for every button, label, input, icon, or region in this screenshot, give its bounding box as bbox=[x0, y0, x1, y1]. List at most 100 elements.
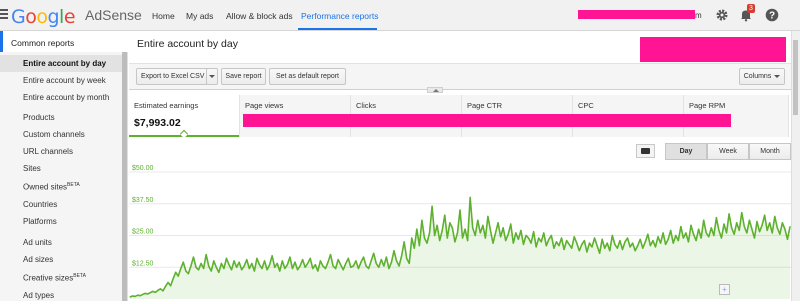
sidebar-item-sites[interactable]: Sites bbox=[0, 160, 122, 177]
sidebar-item-url-channels[interactable]: URL channels bbox=[0, 143, 122, 160]
sidebar-item-countries[interactable]: Countries bbox=[0, 196, 122, 213]
gear-icon[interactable] bbox=[715, 8, 729, 22]
metric-label: Clicks bbox=[356, 101, 376, 110]
nav-my-ads[interactable]: My ads bbox=[186, 11, 213, 21]
data-point bbox=[401, 255, 403, 257]
data-point bbox=[210, 270, 212, 272]
data-point bbox=[657, 236, 659, 238]
data-point bbox=[154, 291, 156, 293]
data-point bbox=[533, 231, 535, 233]
data-point bbox=[230, 269, 233, 271]
sidebar-item-label: Platforms bbox=[23, 217, 57, 226]
data-point bbox=[586, 251, 588, 253]
sidebar-item-ad-types[interactable]: Ad types bbox=[0, 287, 122, 304]
sidebar-section-indicator bbox=[0, 31, 3, 52]
export-csv-label: Export to Excel CSV bbox=[141, 73, 205, 80]
sidebar-item-ad-sizes[interactable]: Ad sizes bbox=[0, 251, 122, 268]
granularity-week[interactable]: Week bbox=[707, 143, 749, 160]
data-point bbox=[441, 229, 443, 232]
data-point bbox=[515, 232, 517, 234]
sidebar-scrollbar[interactable] bbox=[122, 52, 127, 301]
data-point bbox=[629, 246, 631, 248]
sidebar-item-label-text: Creative sizes bbox=[23, 273, 74, 283]
menu-icon[interactable] bbox=[0, 9, 8, 19]
data-point bbox=[362, 256, 365, 258]
data-point bbox=[147, 293, 149, 295]
data-point bbox=[347, 257, 349, 259]
data-point bbox=[418, 245, 420, 247]
data-point bbox=[446, 237, 448, 239]
data-point bbox=[449, 222, 451, 224]
data-point bbox=[342, 269, 344, 271]
data-point bbox=[170, 285, 172, 287]
metric-estimated-earnings[interactable]: Estimated earnings $7,993.02 bbox=[129, 95, 240, 139]
sidebar-item-entire-account-by-week[interactable]: Entire account by week bbox=[0, 72, 122, 89]
collapse-toolbar-handle[interactable] bbox=[427, 87, 443, 93]
sidebar: Common reports Entire account by day Ent… bbox=[0, 31, 128, 301]
data-point bbox=[614, 243, 616, 245]
data-point bbox=[525, 234, 527, 237]
sidebar-item-products[interactable]: Products bbox=[0, 109, 122, 126]
data-point bbox=[137, 294, 139, 296]
data-point bbox=[319, 260, 321, 262]
data-point bbox=[484, 237, 486, 239]
data-point bbox=[164, 285, 167, 287]
data-point bbox=[774, 215, 776, 218]
data-point bbox=[274, 266, 276, 268]
save-report-button[interactable]: Save report bbox=[221, 68, 266, 85]
data-point bbox=[637, 245, 639, 247]
columns-label: Columns bbox=[743, 73, 772, 80]
data-point bbox=[502, 227, 504, 229]
annotation-button[interactable] bbox=[636, 144, 655, 158]
data-point bbox=[134, 295, 136, 298]
data-point bbox=[317, 270, 319, 272]
sidebar-section-header[interactable]: Common reports bbox=[0, 31, 128, 52]
data-point bbox=[599, 252, 601, 254]
page-scrollbar-thumb[interactable] bbox=[793, 40, 798, 115]
granularity-month[interactable]: Month bbox=[749, 143, 791, 160]
data-point bbox=[461, 237, 464, 239]
data-point bbox=[284, 267, 286, 270]
data-point bbox=[616, 247, 618, 249]
active-nav-indicator bbox=[298, 28, 377, 30]
data-point bbox=[497, 222, 499, 224]
data-point bbox=[159, 288, 162, 290]
chart-zoom-handle[interactable]: + bbox=[719, 284, 730, 295]
data-point bbox=[332, 265, 334, 267]
nav-allow-block-ads[interactable]: Allow & block ads bbox=[226, 11, 293, 21]
data-point bbox=[205, 253, 207, 256]
sidebar-item-label-text: Owned sites bbox=[23, 182, 68, 192]
sidebar-item-custom-channels[interactable]: Custom channels bbox=[0, 126, 122, 143]
columns-dropdown[interactable]: Columns bbox=[739, 68, 785, 85]
nav-home[interactable]: Home bbox=[152, 11, 175, 21]
data-point bbox=[505, 239, 507, 242]
data-point bbox=[530, 242, 532, 244]
data-point bbox=[411, 237, 413, 239]
sidebar-item-creative-sizes[interactable]: Creative sizesBETA bbox=[0, 269, 122, 286]
data-point bbox=[269, 264, 271, 266]
data-point bbox=[253, 270, 255, 272]
set-default-report-button[interactable]: Set as default report bbox=[269, 68, 346, 85]
data-point bbox=[157, 289, 159, 291]
data-point bbox=[337, 259, 339, 261]
data-point bbox=[558, 245, 560, 247]
export-dropdown-button[interactable] bbox=[206, 68, 218, 85]
data-point bbox=[682, 237, 684, 239]
granularity-day[interactable]: Day bbox=[665, 143, 707, 160]
sidebar-item-entire-account-by-month[interactable]: Entire account by month bbox=[0, 89, 122, 106]
data-point bbox=[162, 290, 164, 292]
nav-performance-reports[interactable]: Performance reports bbox=[301, 11, 378, 21]
sidebar-item-ad-units[interactable]: Ad units bbox=[0, 234, 122, 251]
data-point bbox=[243, 265, 245, 267]
data-point bbox=[469, 196, 471, 198]
data-point bbox=[591, 246, 593, 248]
sidebar-item-platforms[interactable]: Platforms bbox=[0, 213, 122, 230]
sidebar-item-entire-account-by-day[interactable]: Entire account by day bbox=[0, 55, 122, 72]
redacted-account-name bbox=[578, 10, 695, 19]
y-tick-label: $25.00 bbox=[132, 229, 154, 236]
sidebar-item-owned-sites[interactable]: Owned sitesBETA bbox=[0, 178, 122, 195]
data-point bbox=[309, 257, 311, 259]
help-icon[interactable]: ? bbox=[765, 8, 779, 22]
data-point bbox=[355, 260, 357, 262]
google-logo[interactable]: Google bbox=[11, 6, 76, 28]
